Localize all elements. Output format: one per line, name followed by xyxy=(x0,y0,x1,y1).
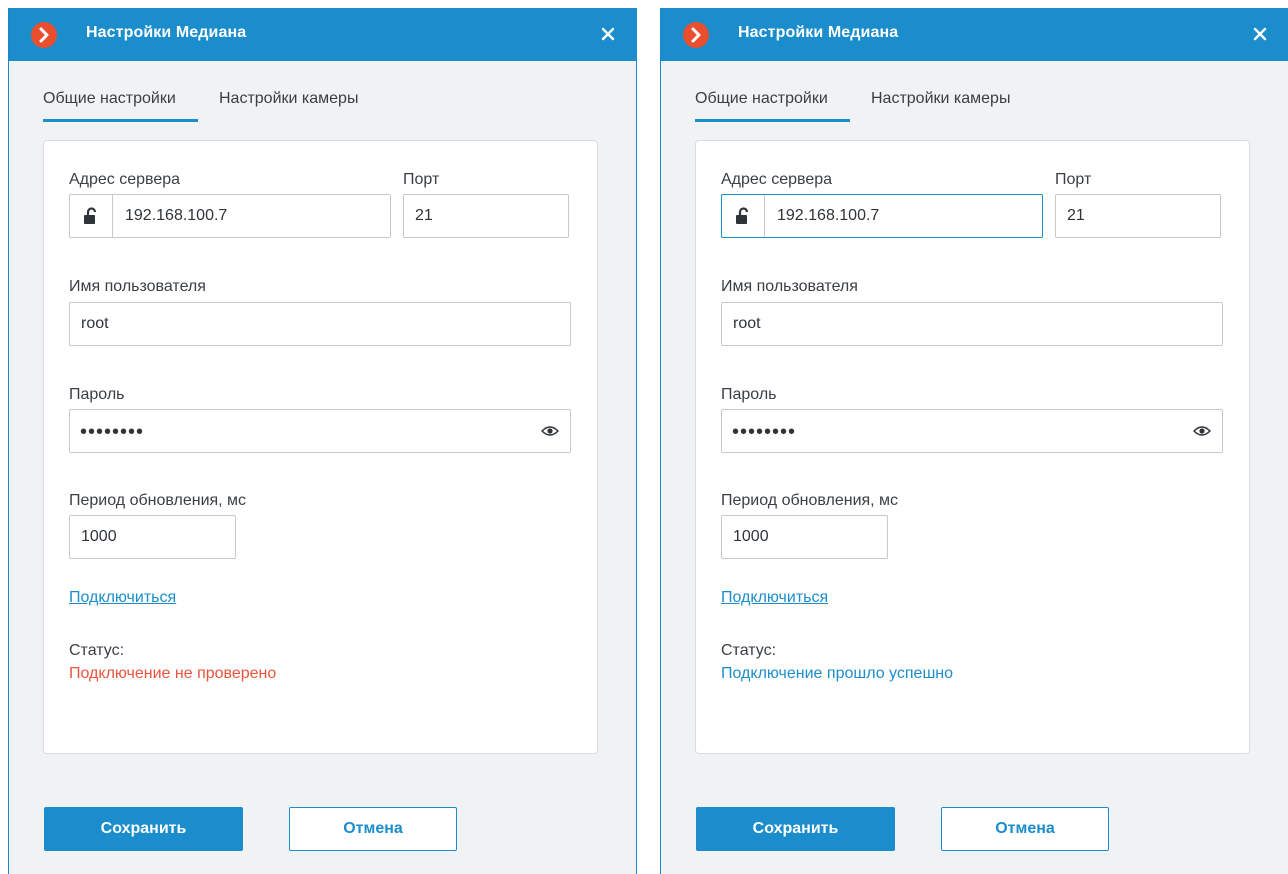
cancel-button[interactable]: Отмена xyxy=(941,807,1109,851)
password-field[interactable]: •••••••• xyxy=(69,409,571,453)
status-label: Статус: xyxy=(721,642,777,659)
lock-open-icon xyxy=(84,207,97,224)
port-label: Порт xyxy=(1055,171,1092,188)
close-button[interactable] xyxy=(1248,22,1272,46)
status-value: Подключение не проверено xyxy=(69,665,277,682)
settings-card: Адрес сервера Порт 192.168.100.7 21 Имя … xyxy=(43,140,598,754)
port-value: 21 xyxy=(415,207,433,224)
save-button[interactable]: Сохранить xyxy=(696,807,895,851)
lock-open-icon xyxy=(736,207,749,224)
password-label: Пароль xyxy=(721,386,777,403)
server-address-field[interactable]: 192.168.100.7 xyxy=(69,194,391,238)
status-value: Подключение прошло успешно xyxy=(721,665,954,682)
app-logo-icon xyxy=(683,22,709,48)
username-value: root xyxy=(733,315,761,332)
username-label: Имя пользователя xyxy=(69,278,206,295)
port-field[interactable]: 21 xyxy=(403,194,569,238)
port-label: Порт xyxy=(403,171,440,188)
port-field[interactable]: 21 xyxy=(1055,194,1221,238)
username-value: root xyxy=(81,315,109,332)
password-value: •••••••• xyxy=(80,421,145,443)
connect-link[interactable]: Подключиться xyxy=(721,589,828,607)
refresh-period-value: 1000 xyxy=(81,528,117,545)
active-tab-indicator xyxy=(695,119,850,122)
server-address-label: Адрес сервера xyxy=(69,171,181,188)
refresh-period-field[interactable]: 1000 xyxy=(69,515,236,559)
server-address-label: Адрес сервера xyxy=(721,171,833,188)
tab-general-settings[interactable]: Общие настройки xyxy=(43,90,176,108)
lock-toggle-button[interactable] xyxy=(70,195,113,237)
tab-general-settings[interactable]: Общие настройки xyxy=(695,90,828,108)
port-value: 21 xyxy=(1067,207,1085,224)
username-label: Имя пользователя xyxy=(721,278,858,295)
save-button[interactable]: Сохранить xyxy=(44,807,243,851)
password-field[interactable]: •••••••• xyxy=(721,409,1223,453)
dialog-title: Настройки Медиана xyxy=(738,24,899,41)
password-value: •••••••• xyxy=(732,421,797,443)
tab-camera-settings[interactable]: Настройки камеры xyxy=(871,90,1010,108)
app-logo-icon xyxy=(31,22,57,48)
tab-camera-settings[interactable]: Настройки камеры xyxy=(219,90,358,108)
close-icon xyxy=(1253,27,1267,41)
lock-toggle-button[interactable] xyxy=(722,195,765,237)
active-tab-indicator xyxy=(43,119,198,122)
dialog-titlebar: Настройки Медиана xyxy=(9,8,636,61)
eye-icon[interactable] xyxy=(541,425,559,437)
username-field[interactable]: root xyxy=(69,302,571,346)
username-field[interactable]: root xyxy=(721,302,1223,346)
connect-link[interactable]: Подключиться xyxy=(69,589,176,607)
dialog-title: Настройки Медиана xyxy=(86,24,247,41)
refresh-period-label: Период обновления, мс xyxy=(721,492,899,509)
settings-dialog-unverified: Настройки Медиана Общие настройки Настро… xyxy=(8,8,637,874)
password-label: Пароль xyxy=(69,386,125,403)
refresh-period-field[interactable]: 1000 xyxy=(721,515,888,559)
settings-dialog-connected: Настройки Медиана Общие настройки Настро… xyxy=(660,8,1288,874)
refresh-period-label: Период обновления, мс xyxy=(69,492,247,509)
status-label: Статус: xyxy=(69,642,125,659)
refresh-period-value: 1000 xyxy=(733,528,769,545)
server-address-field[interactable]: 192.168.100.7 xyxy=(721,194,1043,238)
server-address-value: 192.168.100.7 xyxy=(125,207,228,224)
cancel-button[interactable]: Отмена xyxy=(289,807,457,851)
server-address-value: 192.168.100.7 xyxy=(777,207,880,224)
close-icon xyxy=(601,27,615,41)
close-button[interactable] xyxy=(596,22,620,46)
dialog-titlebar: Настройки Медиана xyxy=(661,8,1288,61)
settings-card: Адрес сервера Порт 192.168.100.7 21 Имя … xyxy=(695,140,1250,754)
eye-icon[interactable] xyxy=(1193,425,1211,437)
